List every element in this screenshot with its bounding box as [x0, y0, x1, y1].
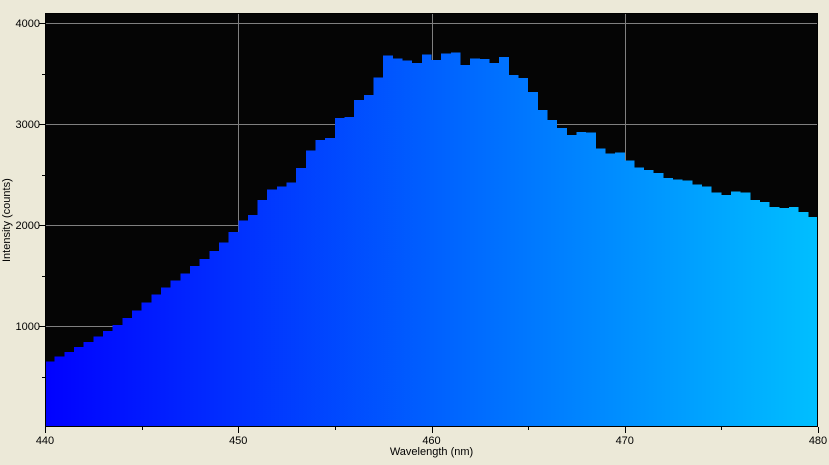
y-axis-title: Intensity (counts) — [1, 178, 13, 262]
spectrometer-graph-view: 440 450 460 470 480 1000 2000 3000 4000 Intensit… — [0, 0, 829, 465]
y-tick-label: 1000 — [16, 321, 40, 333]
y-tick-label: 2000 — [16, 220, 40, 232]
x-axis-title: Wavelength (nm) — [389, 446, 474, 458]
spectrum-chart-plot-area[interactable]: 440 450 460 470 4801000200030004000 — [0, 0, 829, 465]
y-tick-label: 3000 — [16, 119, 40, 131]
y-tick-label: 4000 — [16, 18, 40, 30]
